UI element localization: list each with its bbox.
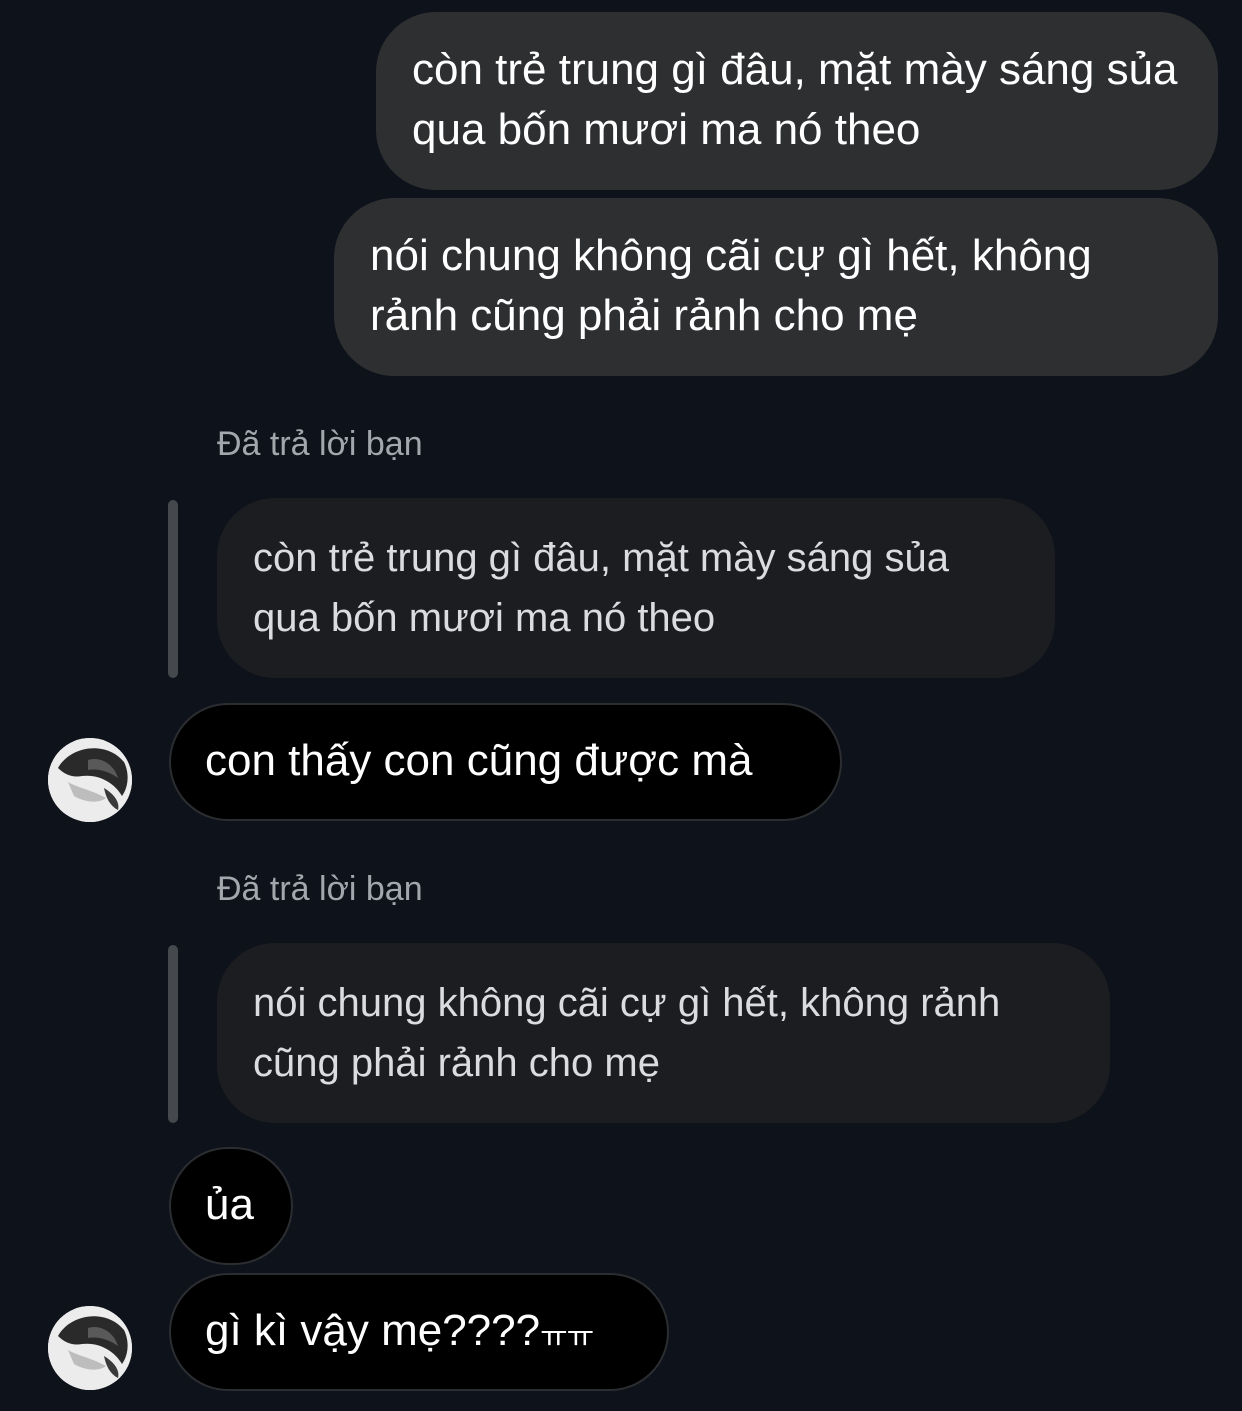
- quoted-message-text: còn trẻ trung gì đâu, mặt mày sáng sủa q…: [253, 536, 949, 640]
- avatar-photo-icon: [48, 738, 132, 822]
- quoted-message-text: nói chung không cãi cự gì hết, không rản…: [253, 981, 1001, 1085]
- received-message[interactable]: ủa: [169, 1147, 293, 1265]
- received-message-text: gì kì vậy mẹ????: [205, 1306, 541, 1355]
- message-thread: còn trẻ trung gì đâu, mặt mày sáng sủa q…: [0, 0, 1242, 1411]
- avatar[interactable]: [48, 1306, 132, 1390]
- sent-message[interactable]: còn trẻ trung gì đâu, mặt mày sáng sủa q…: [376, 12, 1218, 190]
- sent-message-text: còn trẻ trung gì đâu, mặt mày sáng sủa q…: [412, 45, 1178, 154]
- reply-label: Đã trả lời bạn: [217, 425, 423, 463]
- received-message[interactable]: con thấy con cũng được mà: [169, 703, 842, 821]
- received-message-text: ủa: [205, 1180, 254, 1229]
- avatar-photo-icon: [48, 1306, 132, 1390]
- quoted-message[interactable]: nói chung không cãi cự gì hết, không rản…: [217, 943, 1110, 1123]
- avatar[interactable]: [48, 738, 132, 822]
- sent-message-text: nói chung không cãi cự gì hết, không rản…: [370, 231, 1092, 340]
- reply-label: Đã trả lời bạn: [217, 870, 423, 908]
- emoticon-text: ㅠㅠ: [540, 1321, 594, 1354]
- received-message-text: con thấy con cũng được mà: [205, 736, 753, 785]
- sent-message[interactable]: nói chung không cãi cự gì hết, không rản…: [334, 198, 1218, 376]
- reply-indicator-bar: [168, 945, 178, 1123]
- quoted-message[interactable]: còn trẻ trung gì đâu, mặt mày sáng sủa q…: [217, 498, 1055, 678]
- received-message[interactable]: gì kì vậy mẹ????ㅠㅠ: [169, 1273, 669, 1391]
- reply-indicator-bar: [168, 500, 178, 678]
